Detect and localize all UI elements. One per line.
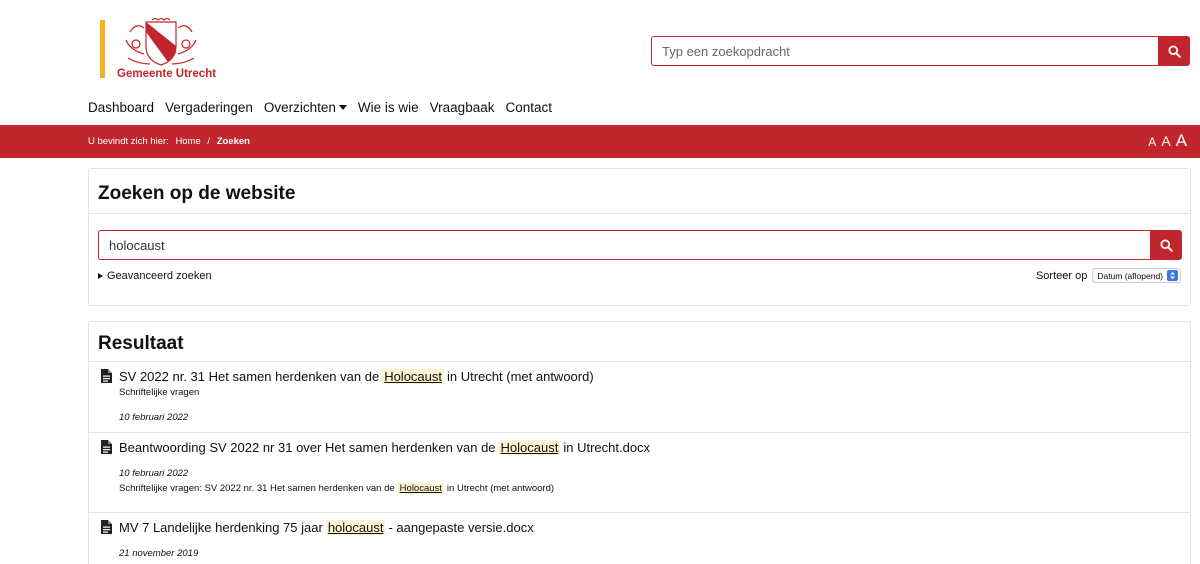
result-context: Schriftelijke vragen: SV 2022 nr. 31 Het… — [119, 483, 554, 494]
result-title-text: SV 2022 nr. 31 Het samen herdenken van d… — [119, 369, 380, 384]
breadcrumb: U bevindt zich hier: Home / Zoeken — [88, 136, 250, 147]
result-title-text: MV 7 Landelijke herdenking 75 jaar — [119, 520, 323, 535]
nav-contact[interactable]: Contact — [505, 100, 552, 115]
triangle-right-icon — [98, 273, 103, 279]
result-item: Beantwoording SV 2022 nr 31 over Het sam… — [89, 432, 1190, 512]
coat-of-arms-icon — [125, 18, 197, 66]
search-hit: Holocaust — [382, 369, 444, 384]
nav-overzichten-label: Overzichten — [263, 100, 336, 115]
result-title-text: in Utrecht.docx — [563, 440, 651, 455]
caret-down-icon — [338, 104, 347, 110]
search-icon — [1159, 238, 1173, 252]
document-icon — [101, 520, 112, 534]
result-item: SV 2022 nr. 31 Het samen herdenken van d… — [89, 362, 1190, 432]
result-divider — [89, 512, 1190, 513]
result-divider — [89, 432, 1190, 433]
site-header: Gemeente Utrecht Dashboard Vergaderingen… — [0, 0, 1200, 125]
site-search-button[interactable] — [1150, 230, 1182, 260]
result-title-link[interactable]: Beantwoording SV 2022 nr 31 over Het sam… — [119, 440, 650, 455]
gemeente-utrecht-logo[interactable]: Gemeente Utrecht — [100, 18, 220, 82]
breadcrumb-bar: U bevindt zich hier: Home / Zoeken A A A — [0, 125, 1200, 158]
site-search — [98, 230, 1182, 260]
nav-overzichten[interactable]: Overzichten — [264, 100, 347, 115]
breadcrumb-current: Zoeken — [216, 136, 250, 147]
sort-control: Sorteer op Datum (aflopend) — [1036, 268, 1181, 283]
result-context-text: Schriftelijke vragen: SV 2022 nr. 31 Het… — [119, 483, 395, 494]
result-item: MV 7 Landelijke herdenking 75 jaar holoca… — [89, 512, 1190, 564]
result-date: 10 februari 2022 — [119, 468, 189, 479]
result-category: Schriftelijke vragen — [119, 387, 200, 398]
header-search-button[interactable] — [1158, 36, 1190, 66]
font-size-small[interactable]: A — [1148, 135, 1156, 149]
result-title-text: in Utrecht (met antwoord) — [447, 369, 594, 384]
search-hit: holocaust — [325, 520, 386, 535]
card-divider — [89, 213, 1190, 214]
nav-wie-is-wie[interactable]: Wie is wie — [358, 100, 419, 115]
advanced-search-label: Geavanceerd zoeken — [107, 270, 212, 282]
result-context-text: in Utrecht (met antwoord) — [446, 483, 555, 494]
header-search — [651, 36, 1190, 66]
result-title-text: - aangepaste versie.docx — [388, 520, 534, 535]
result-date: 10 februari 2022 — [119, 412, 189, 423]
results-card-title: Resultaat — [98, 333, 184, 354]
search-card: Zoeken op de website Geavanceerd zoeken … — [88, 168, 1191, 306]
nav-vraagbaak[interactable]: Vraagbaak — [430, 100, 495, 115]
advanced-search-toggle[interactable]: Geavanceerd zoeken — [98, 270, 212, 282]
font-size-switcher: A A A — [1148, 131, 1187, 151]
sort-select-value: Datum (aflopend) — [1097, 270, 1163, 281]
result-title-link[interactable]: SV 2022 nr. 31 Het samen herdenken van d… — [119, 369, 594, 384]
main-nav: Dashboard Vergaderingen Overzichten Wie … — [88, 100, 563, 115]
document-icon — [101, 440, 112, 454]
select-arrows-icon — [1167, 270, 1178, 281]
breadcrumb-separator: / — [207, 136, 211, 147]
result-title-text: Beantwoording SV 2022 nr 31 over Het sam… — [119, 440, 496, 455]
sort-select[interactable]: Datum (aflopend) — [1092, 268, 1181, 283]
header-search-input[interactable] — [651, 36, 1158, 66]
breadcrumb-home[interactable]: Home — [175, 136, 200, 147]
result-title-link[interactable]: MV 7 Landelijke herdenking 75 jaar holoca… — [119, 520, 534, 535]
logo-yellow-bar — [100, 20, 105, 78]
nav-vergaderingen[interactable]: Vergaderingen — [165, 100, 253, 115]
site-search-input[interactable] — [98, 230, 1150, 260]
nav-dashboard[interactable]: Dashboard — [88, 100, 154, 115]
brand-name: Gemeente Utrecht — [117, 68, 217, 80]
result-date: 21 november 2019 — [119, 548, 199, 559]
font-size-large[interactable]: A — [1176, 131, 1187, 151]
document-icon — [101, 369, 112, 383]
results-card: Resultaat SV 2022 nr. 31 Het samen herde… — [88, 321, 1191, 564]
search-hit: Holocaust — [498, 440, 561, 455]
sort-label: Sorteer op — [1035, 269, 1088, 282]
breadcrumb-prefix: U bevindt zich hier: — [88, 136, 169, 147]
search-card-title: Zoeken op de website — [98, 183, 296, 204]
font-size-medium[interactable]: A — [1161, 133, 1170, 149]
search-hit: Holocaust — [397, 483, 444, 494]
search-icon — [1167, 44, 1181, 58]
